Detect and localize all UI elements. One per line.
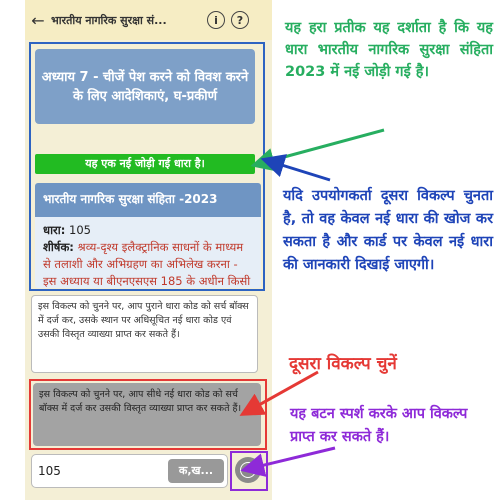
keyboard-switch-button[interactable]: क,ख... <box>168 459 224 483</box>
app-bar: ← भारतीय नागरिक सुरक्षा सं... i ? <box>25 0 272 40</box>
title-text: श्रव्य-दृश्य इलैक्ट्रानिक साधनों के माध्… <box>43 240 251 288</box>
search-input[interactable]: 105 क,ख... <box>31 454 228 488</box>
section-value: 105 <box>69 223 91 237</box>
title-label: शीर्षक: <box>43 240 74 254</box>
arrow-green <box>250 128 385 172</box>
section-card-body: धारा: 105 शीर्षक: श्रव्य-दृश्य इलैक्ट्रा… <box>35 217 261 288</box>
option-old-section[interactable]: इस विकल्प को चुनने पर, आप पुराने धारा को… <box>31 295 258 373</box>
annotation-green: यह हरा प्रतीक यह दर्शाता है कि यह धारा भ… <box>285 20 493 80</box>
app-title: भारतीय नागरिक सुरक्षा सं... <box>51 13 167 27</box>
options-toggle-button[interactable]: ⌄ <box>235 457 261 483</box>
chevron-down-circle-icon: ⌄ <box>240 462 256 478</box>
chapter-header: अध्याय 7 - चीजें पेश करने को विवश करने क… <box>35 49 255 124</box>
annotation-red: दूसरा विकल्प चुनें <box>289 354 397 374</box>
info-icon[interactable]: i <box>207 11 225 29</box>
option-new-section[interactable]: इस विकल्प को चुनने पर, आप सीधे नई धारा क… <box>33 383 261 446</box>
section-label: धारा: <box>43 223 66 237</box>
help-icon[interactable]: ? <box>231 11 249 29</box>
arrow-blue <box>260 154 331 182</box>
section-card-heading: भारतीय नागरिक सुरक्षा संहिता -2023 <box>35 183 261 217</box>
annotation-purple: यह बटन स्पर्श करके आप विकल्प प्राप्त कर … <box>290 406 468 445</box>
back-arrow-icon[interactable]: ← <box>25 11 51 30</box>
section-card[interactable]: भारतीय नागरिक सुरक्षा संहिता -2023 धारा:… <box>35 183 261 288</box>
search-input-value: 105 <box>38 464 61 478</box>
new-section-banner: यह एक नई जोड़ी गई धारा है। <box>35 154 255 174</box>
app-screen: ← भारतीय नागरिक सुरक्षा सं... i ? अध्याय… <box>25 0 272 500</box>
annotation-blue: यदि उपयोगकर्ता दूसरा विकल्प चुनता है, तो… <box>283 188 493 273</box>
